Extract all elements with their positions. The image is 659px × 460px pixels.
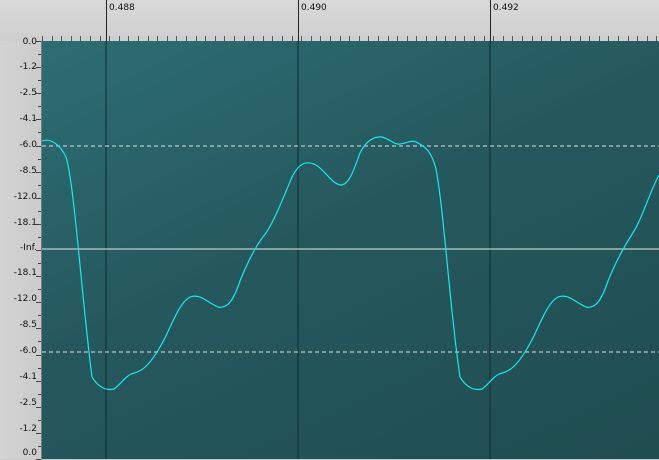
db-scale: 0.0 -1.2 -2.5 -4.1 -6.0 -8.5 -12.0 -18.1… — [0, 37, 42, 460]
db-label: -18.1 — [13, 268, 37, 278]
db-tick — [38, 394, 41, 395]
db-tick — [38, 211, 41, 212]
db-tick — [38, 368, 41, 369]
db-tick — [38, 132, 41, 133]
db-label: -18.1 — [13, 218, 37, 228]
ruler-major-tick — [298, 0, 299, 41]
db-label: -12.0 — [13, 294, 37, 304]
ruler-major-tick — [490, 0, 491, 41]
db-tick — [38, 420, 41, 421]
time-label-0490: 0.490 — [301, 3, 327, 13]
db-label: -4.1 — [19, 114, 37, 124]
ruler-corner — [0, 0, 41, 41]
db-label: -2.5 — [19, 398, 37, 408]
db-label: -6.0 — [19, 346, 37, 356]
db-label: -4.1 — [19, 372, 37, 382]
db-label: -2.5 — [19, 88, 37, 98]
db-tick — [38, 237, 41, 238]
db-tick — [38, 185, 41, 186]
waveform-canvas — [42, 41, 659, 459]
time-label-0492: 0.492 — [493, 3, 519, 13]
db-tick — [38, 315, 41, 316]
db-label: 0.0 — [22, 448, 37, 458]
db-tick — [38, 80, 41, 81]
time-ruler[interactable]: 0.488 0.490 0.492 — [0, 0, 659, 42]
db-label: -12.0 — [13, 192, 37, 202]
db-tick — [38, 446, 41, 447]
db-label: 0.0 — [22, 37, 37, 47]
db-label: -8.5 — [19, 166, 37, 176]
db-tick — [38, 106, 41, 107]
waveform-area[interactable] — [42, 41, 659, 459]
db-tick — [38, 289, 41, 290]
db-label-inf: -Inf. — [20, 243, 37, 253]
time-label-0488: 0.488 — [109, 3, 135, 13]
db-tick — [38, 159, 41, 160]
ruler-major-tick — [106, 0, 107, 41]
db-tick — [38, 54, 41, 55]
db-label: -6.0 — [19, 140, 37, 150]
db-tick — [38, 263, 41, 264]
db-label: -8.5 — [19, 320, 37, 330]
db-label: -1.2 — [19, 62, 37, 72]
db-label: -1.2 — [19, 424, 37, 434]
db-tick — [38, 341, 41, 342]
